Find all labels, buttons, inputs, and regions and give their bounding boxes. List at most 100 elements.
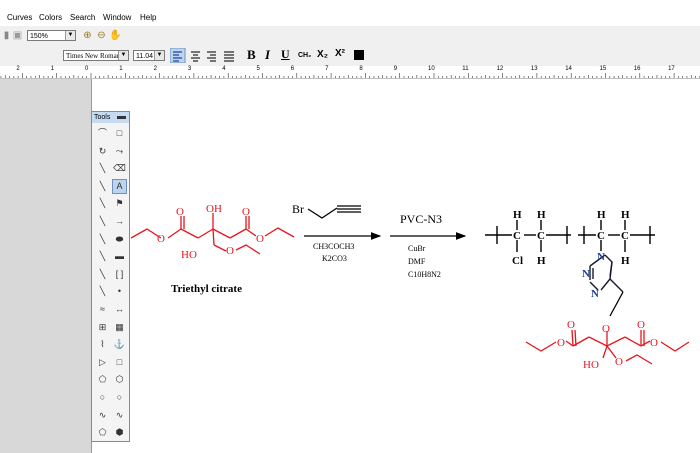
copy-icon[interactable]: ▣ bbox=[11, 29, 24, 42]
alignment-buttons bbox=[170, 48, 234, 63]
ruler-label: 4 bbox=[222, 66, 226, 72]
triethyl-citrate-atoms: O O OH HO O O O bbox=[157, 203, 264, 261]
bracket-icon[interactable]: [ ] bbox=[112, 267, 127, 282]
cycloheptane-icon[interactable]: ∿ bbox=[95, 408, 110, 423]
ruler-ticks bbox=[0, 73, 700, 78]
subscript-button[interactable]: X₂ bbox=[317, 49, 328, 60]
template-icon[interactable]: ▦ bbox=[112, 320, 127, 335]
menu-colors[interactable]: Colors bbox=[39, 13, 62, 22]
step2-condition-catalyst: CuBr bbox=[408, 244, 426, 253]
hand-icon[interactable]: ✋ bbox=[109, 29, 122, 42]
atom-h: H bbox=[513, 209, 522, 221]
pvc-backbone bbox=[485, 220, 655, 252]
zoom-out-icon[interactable]: ⊖ bbox=[95, 29, 108, 42]
menu-search[interactable]: Search bbox=[70, 13, 95, 22]
underline-button[interactable]: U bbox=[281, 47, 290, 62]
eraser-icon[interactable]: ⌫ bbox=[112, 161, 127, 176]
drawing-canvas[interactable]: O O OH HO O O O Br CH3COCH3 K2CO3 PVC-N3… bbox=[92, 79, 700, 453]
ruler-label: 1 bbox=[50, 66, 55, 72]
stamp-icon[interactable]: ⚓ bbox=[112, 337, 127, 352]
bold-wedge-icon[interactable]: ╲ bbox=[95, 284, 110, 299]
step1-condition-solvent: CH3COCH3 bbox=[313, 242, 354, 251]
ruler-label: 2 bbox=[16, 66, 20, 72]
ruler-label: 3 bbox=[187, 66, 192, 72]
wavy-bond-icon[interactable]: ╲ bbox=[95, 232, 110, 247]
circle-icon[interactable]: ○ bbox=[95, 390, 110, 405]
menu-window[interactable]: Window bbox=[103, 13, 131, 22]
wedge-bond-icon[interactable]: ╲ bbox=[95, 249, 110, 264]
bond-icon[interactable]: ╲ bbox=[95, 161, 110, 176]
reaction-map-icon[interactable]: ↔ bbox=[112, 302, 127, 317]
font-size-select[interactable]: 11.04 ▼ bbox=[133, 50, 165, 61]
horizontal-ruler: 2 1 0 1 2 3 4 5 6 7 8 9 10 11 12 13 14 15 16 17 bbox=[0, 66, 700, 79]
minimize-icon[interactable] bbox=[117, 116, 126, 119]
align-center-icon[interactable] bbox=[191, 51, 200, 62]
wedge-hash-icon[interactable]: ╲ bbox=[95, 267, 110, 282]
circle-icon[interactable]: ○ bbox=[112, 390, 127, 405]
menu-curves[interactable]: Curves bbox=[7, 13, 32, 22]
atom-o: O bbox=[157, 233, 165, 245]
text-icon[interactable]: A bbox=[112, 178, 127, 194]
orbital-icon[interactable]: ⬬ bbox=[112, 232, 127, 247]
pentagon-icon[interactable]: ⬠ bbox=[95, 425, 110, 440]
ruler-label: 6 bbox=[290, 66, 295, 72]
hexagon-icon[interactable]: ⬡ bbox=[112, 372, 127, 387]
benzene-icon[interactable]: ⬢ bbox=[112, 425, 127, 440]
bold-button[interactable]: B bbox=[247, 47, 256, 63]
acyclic-chain-icon[interactable]: ⌇ bbox=[95, 337, 110, 352]
compound-name: Triethyl citrate bbox=[171, 283, 242, 295]
marquee-icon[interactable]: □ bbox=[112, 126, 127, 141]
atom-h: H bbox=[537, 209, 546, 221]
chevron-down-icon: ▼ bbox=[65, 31, 75, 40]
table-icon[interactable]: ⊞ bbox=[95, 320, 110, 335]
pvc-atoms: H H C C Cl H H H C C H bbox=[512, 209, 630, 267]
italic-button[interactable]: I bbox=[265, 47, 270, 63]
structure-icon[interactable]: ⤳ bbox=[112, 144, 127, 159]
atom-c: C bbox=[597, 230, 605, 242]
formula-button[interactable]: CH₂ bbox=[298, 52, 311, 59]
triangle-icon[interactable]: ▷ bbox=[95, 355, 110, 370]
atom-o: O bbox=[615, 356, 623, 368]
atom-o: O bbox=[567, 319, 575, 331]
rotate-icon[interactable]: ↻ bbox=[95, 144, 110, 159]
zoom-value: 150% bbox=[30, 33, 48, 40]
atom-o: O bbox=[256, 233, 264, 245]
atom-c: C bbox=[513, 230, 521, 242]
atom-cl: Cl bbox=[512, 255, 523, 267]
dashed-bond-icon[interactable]: ╲ bbox=[95, 214, 110, 229]
pentagon-icon[interactable]: ⬠ bbox=[95, 372, 110, 387]
zoom-in-icon[interactable]: ⊕ bbox=[81, 29, 94, 42]
atom-map-icon[interactable]: ≈ bbox=[95, 302, 110, 317]
bold-bond-icon[interactable]: ╲ bbox=[95, 179, 110, 194]
workspace-margin bbox=[0, 79, 91, 453]
step1-reagent-propargyl-bromide: Br bbox=[292, 202, 361, 219]
chain-icon[interactable]: ⚑ bbox=[112, 196, 127, 211]
charge-icon[interactable]: • bbox=[112, 284, 127, 299]
ruler-label: 10 bbox=[428, 66, 435, 72]
tools-panel: Tools ⌒ □ ↻ ⤳ ╲ ⌫ ╲ A ╲ ⚑ ╲ → ╲ ⬬ ╲ ▬ ╲[ ] ╲ • ≈ ↔ ⊞ ▦ ⌇ ⚓ ▷ □ ⬠ ⬡ ○ ○… bbox=[91, 111, 130, 442]
atom-h: H bbox=[537, 255, 546, 267]
step1-condition-base: K2CO3 bbox=[322, 254, 347, 263]
menu-help[interactable]: Help bbox=[140, 13, 156, 22]
superscript-button[interactable]: X² bbox=[335, 48, 345, 59]
ruler-label: 9 bbox=[393, 66, 398, 72]
atom-h: H bbox=[597, 209, 606, 221]
rounded-rect-icon[interactable]: ▬ bbox=[112, 249, 127, 264]
chevron-down-icon: ▼ bbox=[118, 51, 128, 60]
zoom-select[interactable]: 150% ▼ bbox=[27, 30, 76, 41]
justify-icon[interactable] bbox=[224, 51, 234, 62]
text-toolbar: Times New Roman ▼ 11.04 ▼ B I U CH₂ X₂ X… bbox=[0, 45, 700, 67]
lasso-icon[interactable]: ⌒ bbox=[95, 126, 110, 141]
atom-o: O bbox=[650, 337, 658, 349]
ruler-label: 11 bbox=[462, 66, 469, 72]
atom-n: N bbox=[591, 288, 599, 300]
hash-bond-icon[interactable]: ╲ bbox=[95, 196, 110, 211]
font-name-select[interactable]: Times New Roman ▼ bbox=[63, 50, 129, 61]
cyclooctane-icon[interactable]: ∿ bbox=[112, 408, 127, 423]
color-swatch[interactable] bbox=[354, 50, 364, 60]
square-icon[interactable]: □ bbox=[112, 355, 127, 370]
align-right-icon[interactable] bbox=[207, 51, 216, 62]
menu-bar: Curves Colors Search Window Help bbox=[0, 12, 700, 26]
tools-panel-title[interactable]: Tools bbox=[92, 112, 129, 123]
arrow-icon[interactable]: → bbox=[112, 214, 127, 229]
